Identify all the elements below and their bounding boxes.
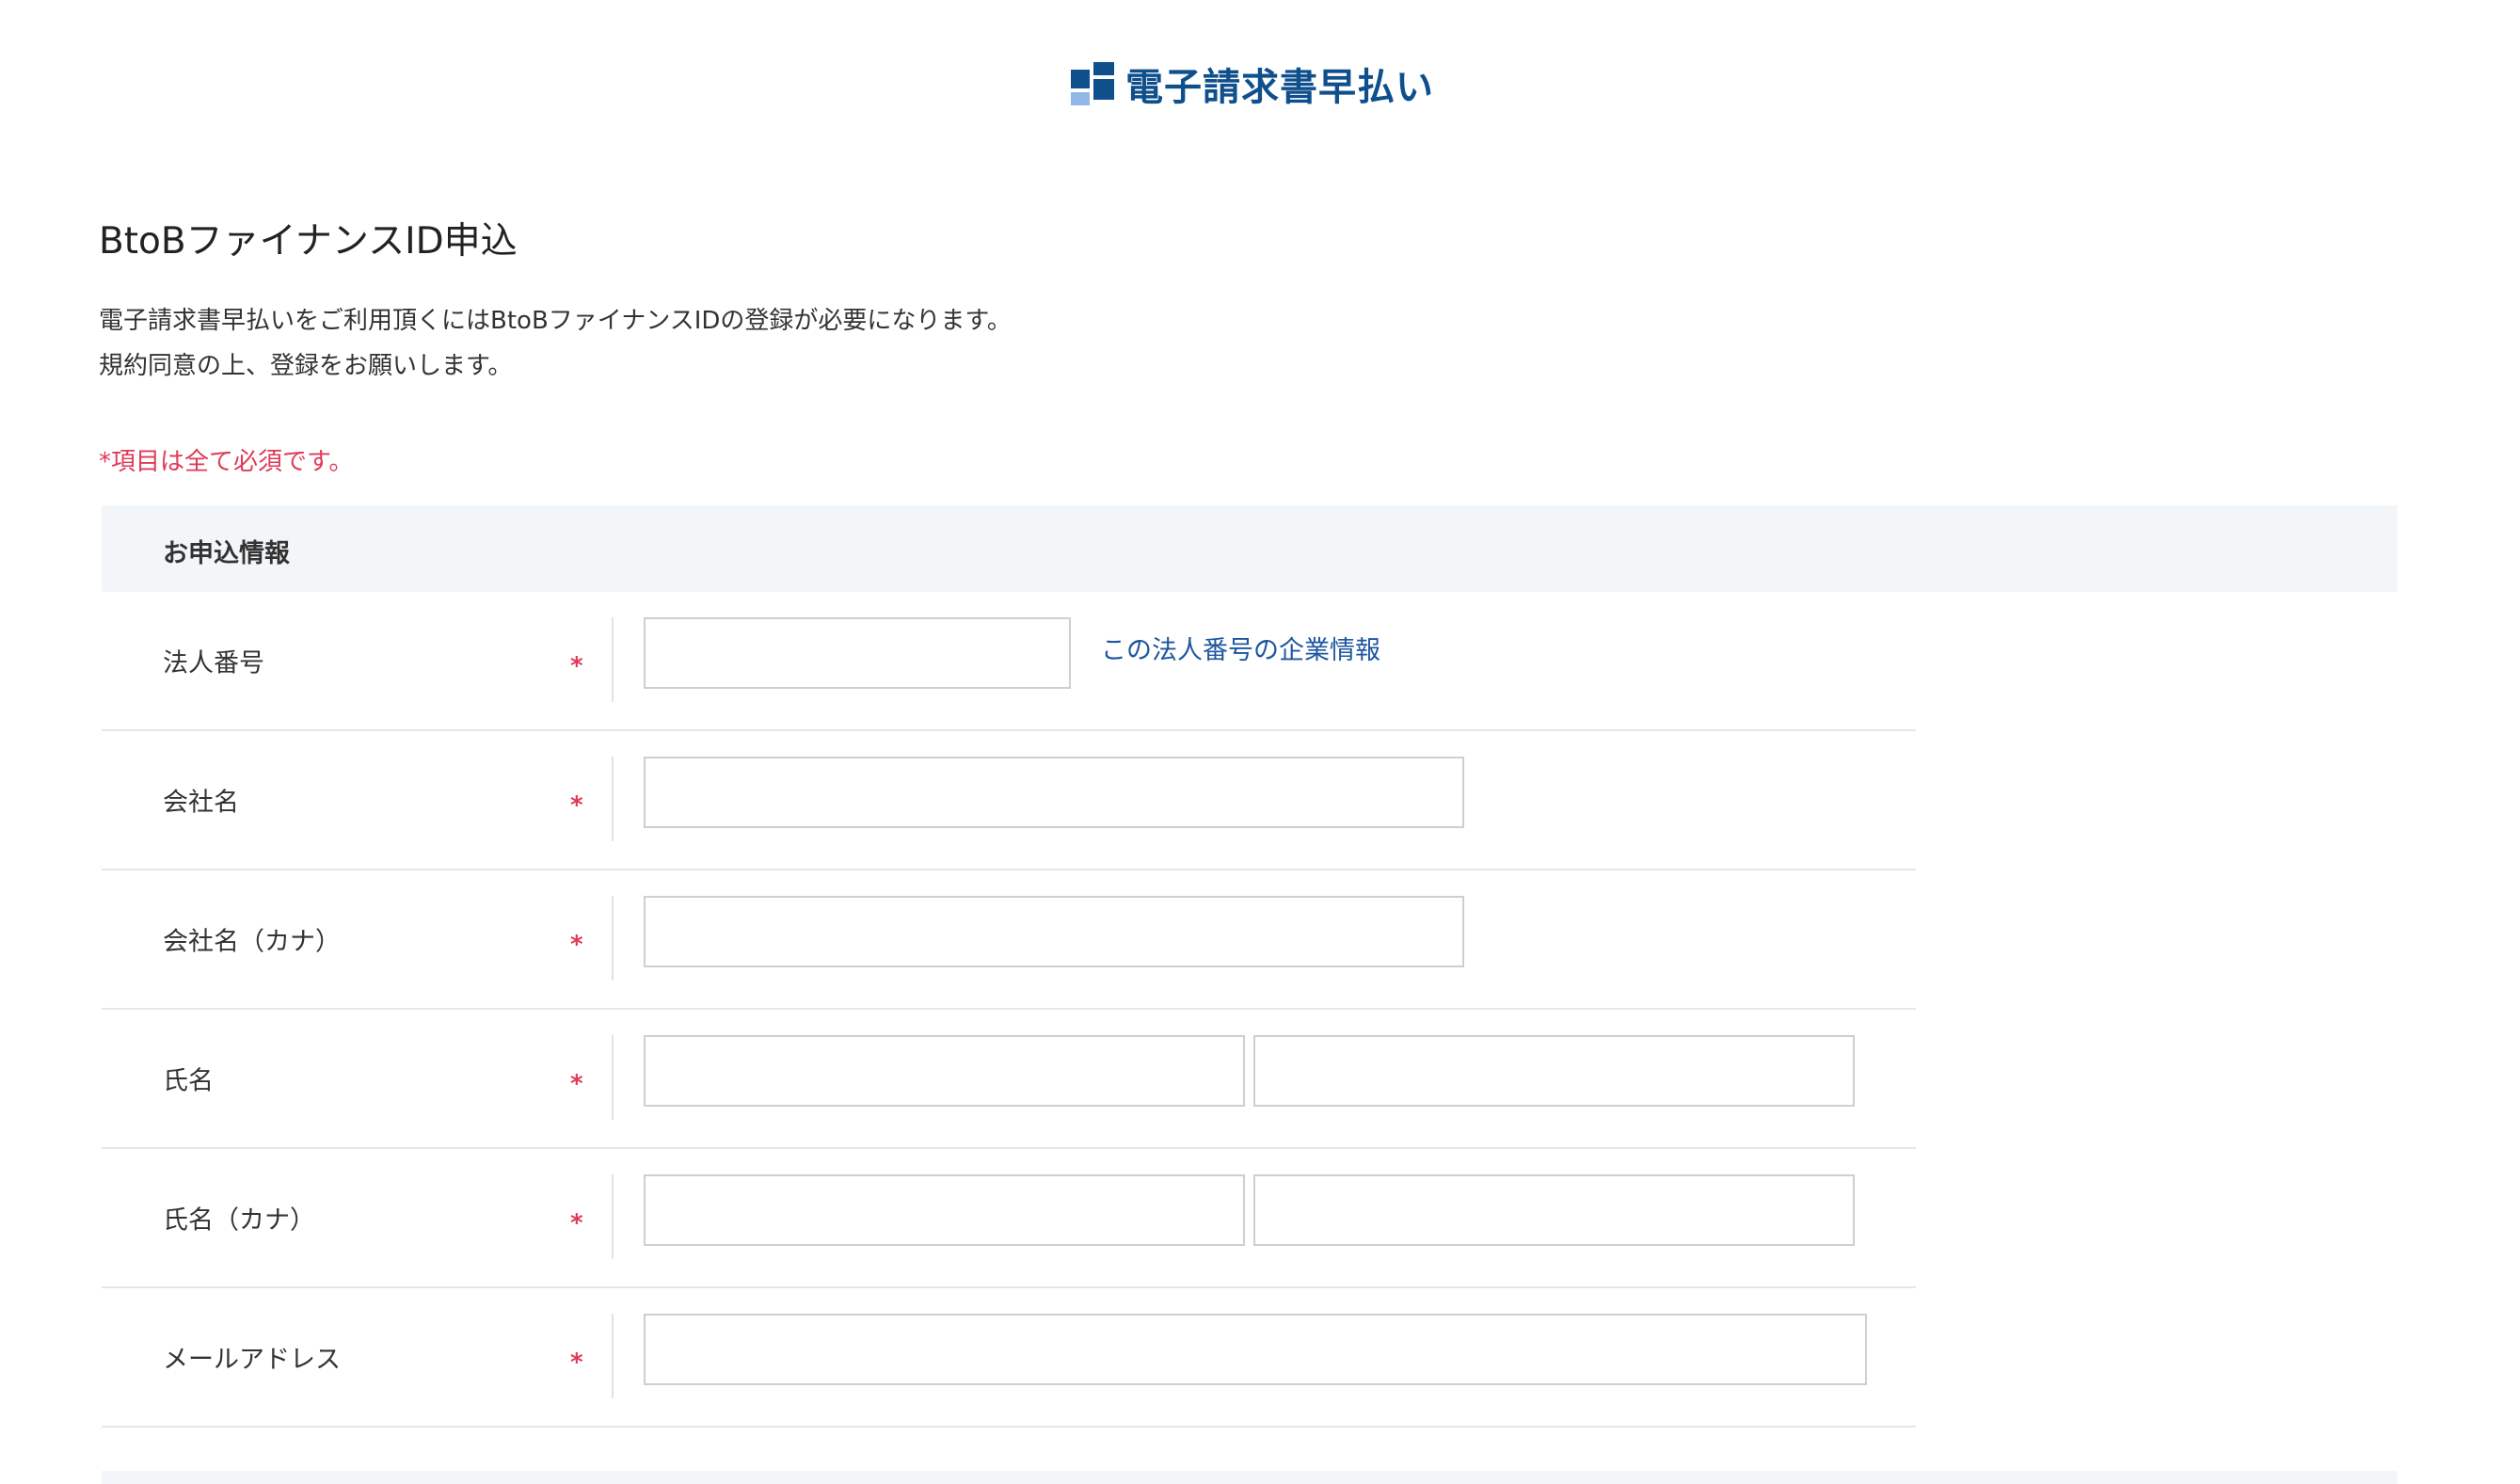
intro-line-2: 規約同意の上、登録をお願いします。 <box>99 352 513 380</box>
corporate-number-label: 法人番号 <box>163 648 264 678</box>
form-row-company-name-kana: 会社名（カナ） * <box>102 870 1916 1010</box>
page-title: BtoBファイナンスID申込 <box>99 220 518 263</box>
email-input[interactable] <box>644 1314 1867 1385</box>
intro-line-1: 電子請求書早払いをご利用頂くにはBtoBファイナンスIDの登録が必要になります。 <box>99 307 1012 335</box>
row-divider <box>612 1314 614 1398</box>
last-name-kana-input[interactable] <box>644 1174 1245 1246</box>
row-divider <box>612 1035 614 1120</box>
form-row-corporate-number: 法人番号 * この法人番号の企業情報 <box>102 592 1916 731</box>
corporate-number-input[interactable] <box>644 617 1071 689</box>
brand-logo: 電子請求書早払い <box>1071 56 1434 111</box>
company-name-kana-label: 会社名（カナ） <box>163 927 341 957</box>
company-name-label: 会社名 <box>163 788 239 818</box>
form-row-full-name-kana: 氏名（カナ） * <box>102 1149 1916 1288</box>
required-mark: * <box>570 652 583 680</box>
section-header: お申込情報 <box>102 505 2398 592</box>
required-mark: * <box>570 1348 583 1377</box>
row-divider <box>612 617 614 702</box>
form-row-full-name: 氏名 * <box>102 1010 1916 1149</box>
last-name-input[interactable] <box>644 1035 1245 1107</box>
section-title: お申込情報 <box>163 539 290 568</box>
next-section-header <box>102 1471 2398 1484</box>
row-divider <box>612 757 614 841</box>
required-note: *項目は全て必須です。 <box>99 448 354 476</box>
company-name-input[interactable] <box>644 757 1464 828</box>
row-divider <box>612 896 614 981</box>
row-divider <box>612 1174 614 1259</box>
email-label: メールアドレス <box>163 1345 341 1375</box>
brand-name: 電子請求書早払い <box>1125 66 1434 109</box>
form-row-company-name: 会社名 * <box>102 731 1916 870</box>
corporate-info-link[interactable]: この法人番号の企業情報 <box>1101 630 1380 666</box>
required-mark: * <box>570 1070 583 1098</box>
required-mark: * <box>570 1209 583 1237</box>
first-name-kana-input[interactable] <box>1253 1174 1855 1246</box>
required-mark: * <box>570 791 583 820</box>
logo-mark-icon <box>1071 62 1114 105</box>
full-name-kana-label: 氏名（カナ） <box>163 1205 315 1236</box>
full-name-label: 氏名 <box>163 1066 214 1096</box>
first-name-input[interactable] <box>1253 1035 1855 1107</box>
required-mark: * <box>570 931 583 959</box>
form-row-email: メールアドレス * <box>102 1288 1916 1428</box>
intro-text: 電子請求書早払いをご利用頂くにはBtoBファイナンスIDの登録が必要になります。… <box>99 298 1012 389</box>
company-name-kana-input[interactable] <box>644 896 1464 967</box>
